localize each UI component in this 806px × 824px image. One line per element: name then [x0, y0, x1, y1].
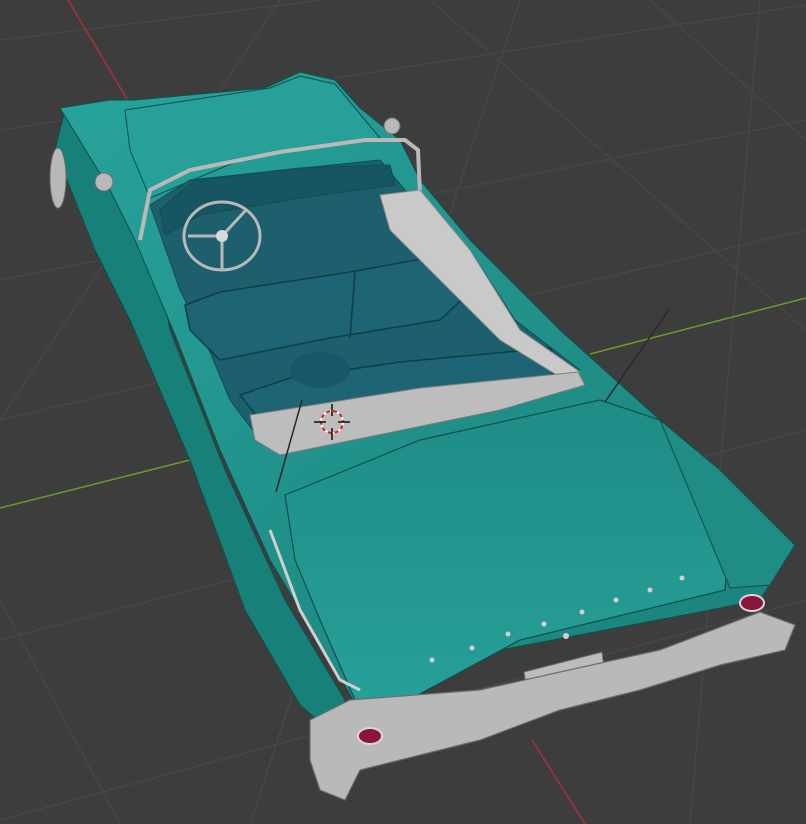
right-mirror: [383, 117, 401, 135]
y-axis-line-right: [589, 297, 806, 355]
right-taillight: [739, 594, 765, 612]
y-axis-line: [0, 459, 191, 509]
left-mirror: [94, 172, 114, 192]
right-antenna: [604, 307, 671, 403]
left-headlight-cap: [49, 147, 67, 209]
left-taillight: [357, 727, 383, 745]
car-model[interactable]: [49, 71, 796, 801]
x-axis-line-lower: [531, 739, 586, 824]
steering-hub: [216, 230, 228, 242]
3d-viewport[interactable]: [0, 0, 806, 824]
x-axis-line: [67, 0, 131, 105]
viewport-canvas[interactable]: [0, 0, 806, 824]
rear-seat-cushion: [290, 352, 350, 388]
